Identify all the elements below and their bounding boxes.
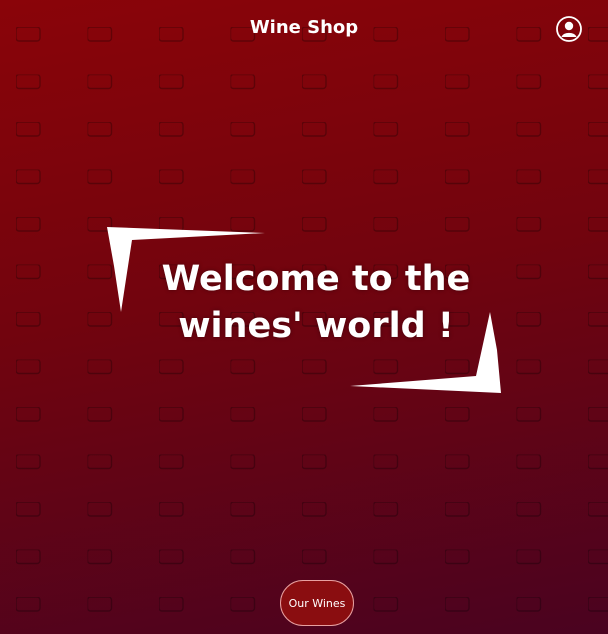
header-bar: Wine Shop	[0, 0, 608, 58]
app-title: Wine Shop	[249, 17, 359, 38]
headline-line-2: wines' world !	[178, 306, 454, 346]
our-wines-button[interactable]: Our Wines	[280, 580, 354, 626]
profile-button[interactable]	[556, 16, 582, 42]
app-window: Wine Shop Welcome to the wines' world ! …	[0, 0, 608, 634]
headline-line-1: Welcome to the	[161, 259, 471, 299]
welcome-headline: Welcome to the wines' world !	[105, 256, 527, 350]
user-profile-icon	[556, 16, 582, 42]
hero-section: Welcome to the wines' world !	[105, 226, 505, 396]
